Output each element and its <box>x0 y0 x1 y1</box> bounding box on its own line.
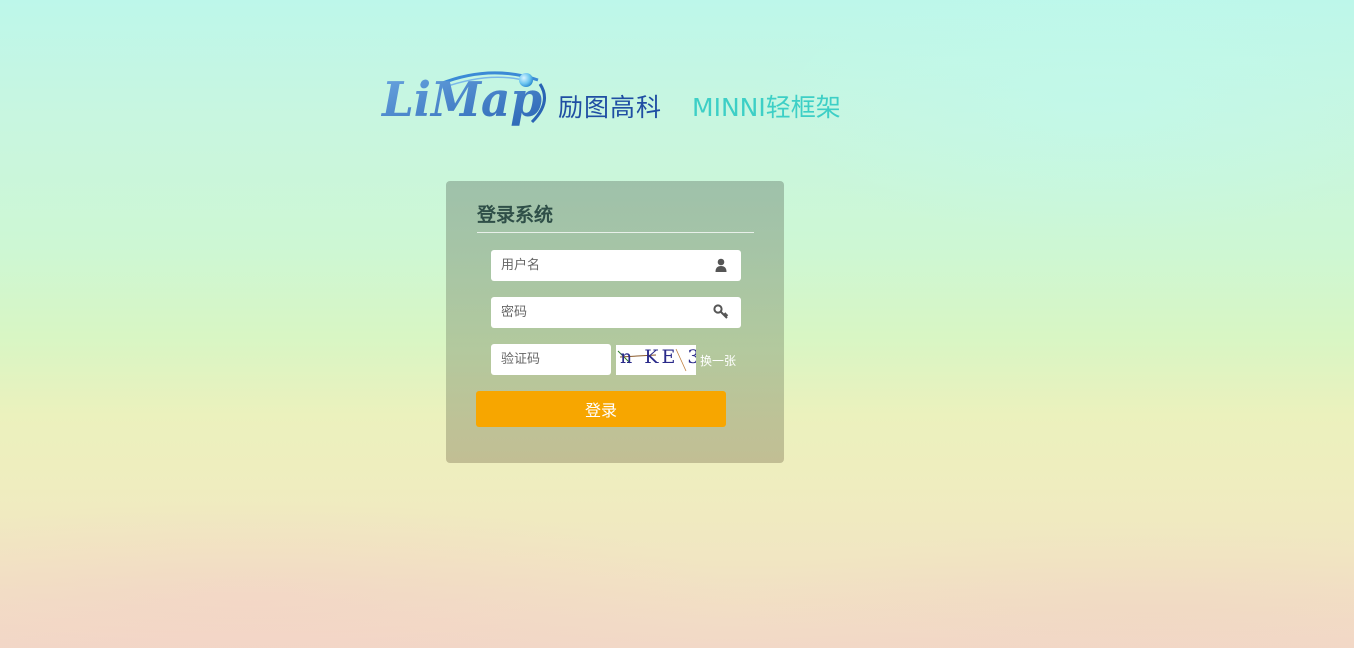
captcha-text: n KE 3 <box>620 346 696 368</box>
username-input[interactable] <box>491 250 701 281</box>
captcha-refresh-link[interactable]: 换一张 <box>700 352 736 369</box>
key-icon <box>713 304 729 319</box>
captcha-input[interactable] <box>491 344 606 375</box>
login-panel: 登录系统 n KE 3 换一张 登录 <box>446 181 784 463</box>
header-logo: LiMap 励图高科 MINNI轻框架 <box>380 66 860 128</box>
login-button[interactable]: 登录 <box>476 391 726 427</box>
user-icon <box>715 258 727 272</box>
logo-wordmark: LiMap <box>380 72 542 128</box>
limap-logo: LiMap <box>380 71 546 128</box>
title-divider <box>477 232 754 233</box>
password-field[interactable] <box>491 297 741 328</box>
login-title: 登录系统 <box>477 204 554 226</box>
captcha-field[interactable] <box>491 344 611 375</box>
product-name: MINNI轻框架 <box>692 93 841 122</box>
password-input[interactable] <box>491 297 701 328</box>
company-name: 励图高科 <box>558 93 663 122</box>
captcha-image[interactable]: n KE 3 <box>616 345 696 375</box>
username-field[interactable] <box>491 250 741 281</box>
